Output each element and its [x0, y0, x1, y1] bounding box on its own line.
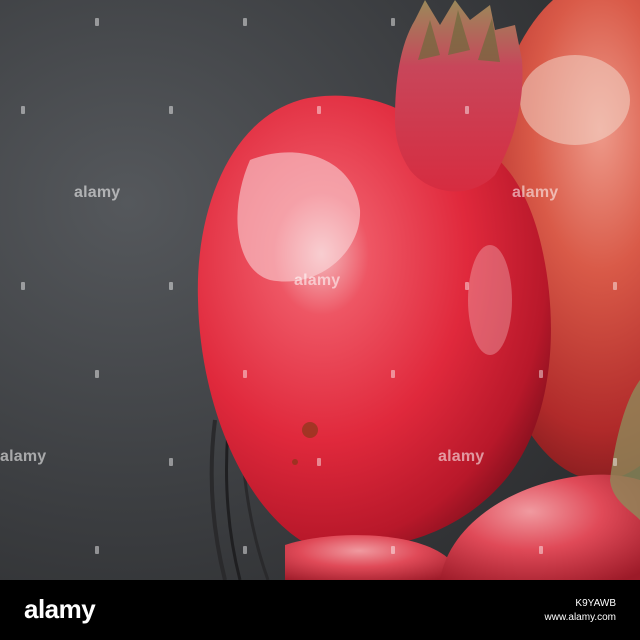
watermark-dot	[391, 18, 395, 26]
watermark-dot	[95, 18, 99, 26]
watermark-dot	[243, 18, 247, 26]
photo	[0, 0, 640, 580]
watermark-dot	[539, 546, 543, 554]
image-id: K9YAWB	[575, 598, 616, 609]
watermark-dot	[465, 106, 469, 114]
watermark-dot	[539, 370, 543, 378]
watermark-dot	[391, 370, 395, 378]
watermark-dot	[169, 282, 173, 290]
watermark-dot	[465, 282, 469, 290]
watermark-dot	[169, 458, 173, 466]
watermark-dot	[243, 370, 247, 378]
watermark-dot	[243, 546, 247, 554]
site-url: www.alamy.com	[544, 612, 617, 623]
brand-logo: alamy	[24, 594, 96, 624]
watermark-dot	[613, 282, 617, 290]
watermark-dot	[95, 370, 99, 378]
watermark-dot	[317, 458, 321, 466]
watermark-dot	[391, 546, 395, 554]
watermark-dot	[169, 106, 173, 114]
watermark-dot	[21, 282, 25, 290]
watermark-dot	[21, 106, 25, 114]
image-frame: alamy alamy alamy alamy alamy alamy K9YA…	[0, 0, 640, 640]
watermark-dot	[95, 546, 99, 554]
watermark-dot	[317, 106, 321, 114]
footer-bar: alamy K9YAWB www.alamy.com	[0, 580, 640, 640]
watermark-dot	[613, 458, 617, 466]
pomegranate-photo	[0, 0, 640, 580]
